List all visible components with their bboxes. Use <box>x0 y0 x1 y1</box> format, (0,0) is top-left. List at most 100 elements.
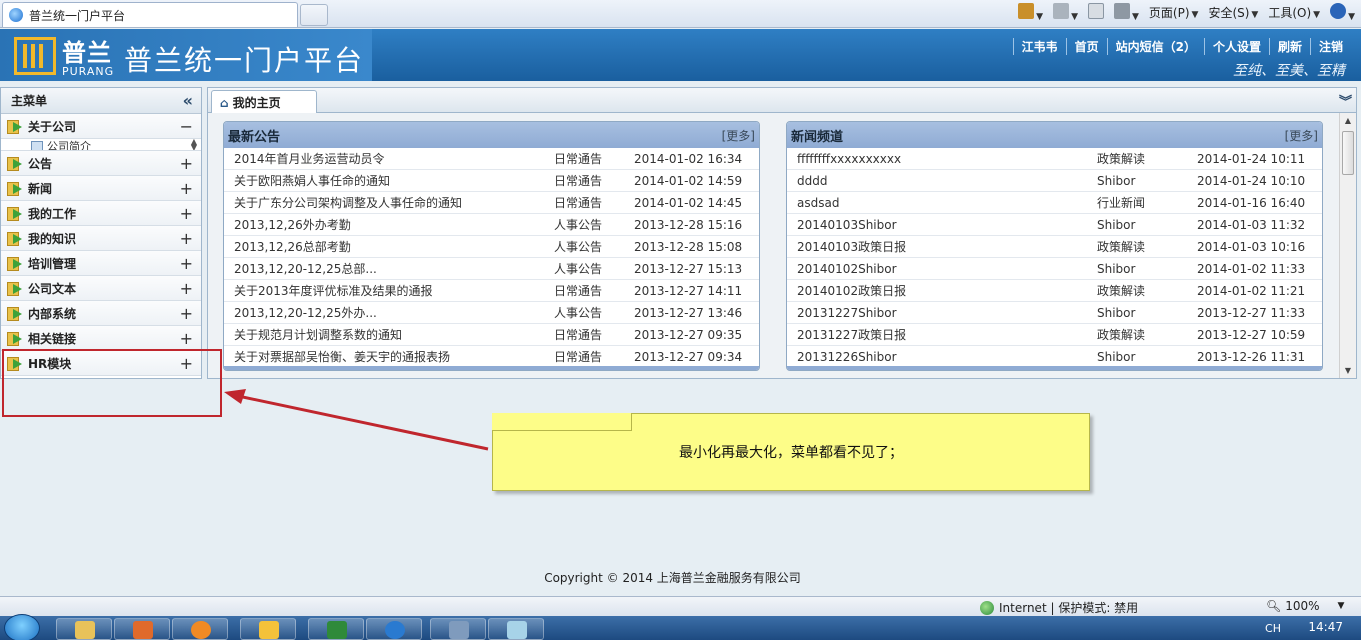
list-item[interactable]: 20131227Shibor Shibor 2013-12-27 11:33 <box>787 302 1322 324</box>
sidebar-item-documents[interactable]: 公司文本 + <box>1 276 201 301</box>
browser-tab[interactable]: 普兰统一门户平台 <box>2 2 298 27</box>
row-title: dddd <box>797 173 828 188</box>
logo-subtext: PURANG <box>62 65 115 78</box>
new-tab-button[interactable] <box>300 4 328 26</box>
security-zone[interactable]: Internet | 保护模式: 禁用 <box>980 599 1138 616</box>
expand-down-icon[interactable]: ︾ <box>1339 91 1352 110</box>
list-item[interactable]: 2013,12,20-12,25总部... 人事公告 2013-12-27 15:1… <box>224 258 759 280</box>
row-type: 日常通告 <box>554 152 603 166</box>
list-item[interactable]: 关于2013年度评优标准及结果的通报 日常通告 2013-12-27 14:11 <box>224 280 759 302</box>
zoom-level: 100% <box>1285 599 1320 613</box>
list-item[interactable]: 20140103政策日报 政策解读 2014-01-03 10:16 <box>787 236 1322 258</box>
row-time: 2013-12-27 10:59 <box>1197 327 1306 342</box>
list-item[interactable]: 关于规范月计划调整系数的通知 日常通告 2013-12-27 09:35 <box>224 324 759 346</box>
list-item[interactable]: 关于欧阳燕娟人事任命的通知 日常通告 2014-01-02 14:59 <box>224 170 759 192</box>
refresh-link[interactable]: 刷新 <box>1268 38 1310 55</box>
row-time: 2013-12-27 14:11 <box>634 283 743 298</box>
expand-icon[interactable]: + <box>180 279 193 298</box>
list-item[interactable]: 20140102政策日报 政策解读 2014-01-02 11:21 <box>787 280 1322 302</box>
row-title: 2013,12,26总部考勤 <box>234 240 351 254</box>
list-item[interactable]: 20131226Shibor Shibor 2013-12-26 11:31 <box>787 346 1322 368</box>
list-item[interactable]: 2014年首月业务运营动员令 日常通告 2014-01-02 16:34 <box>224 148 759 170</box>
sidebar-item-about[interactable]: 关于公司 − <box>1 114 201 139</box>
list-item[interactable]: 20140103Shibor Shibor 2014-01-03 11:32 <box>787 214 1322 236</box>
input-language[interactable]: CH <box>1265 622 1281 635</box>
list-item[interactable]: 关于对票据部吴怡衡、姜天宇的通报表扬 日常通告 2013-12-27 09:34 <box>224 346 759 368</box>
sidebar-item-my-knowledge[interactable]: 我的知识 + <box>1 226 201 251</box>
logout-link[interactable]: 注销 <box>1309 38 1351 55</box>
taskbar-explorer[interactable] <box>56 618 112 640</box>
list-item[interactable]: 2013,12,20-12,25外办... 人事公告 2013-12-27 13:4… <box>224 302 759 324</box>
safety-menu[interactable]: 安全(S) ▼ <box>1208 4 1258 21</box>
list-item[interactable]: 2013,12,26总部考勤 人事公告 2013-12-28 15:08 <box>224 236 759 258</box>
collapse-icon[interactable]: − <box>180 117 193 136</box>
submenu-item[interactable]: 公司简介 <box>31 139 91 150</box>
settings-link[interactable]: 个人设置 <box>1203 38 1269 55</box>
expand-icon[interactable]: + <box>180 154 193 173</box>
print-button[interactable]: ▼ <box>1113 3 1139 22</box>
taskbar-media[interactable] <box>114 618 170 640</box>
sidebar-item-my-work[interactable]: 我的工作 + <box>1 201 201 226</box>
list-item[interactable]: 关于广东分公司架构调整及人事任命的通知 日常通告 2014-01-02 14:45 <box>224 192 759 214</box>
more-link[interactable]: [更多] <box>1285 127 1318 144</box>
home-button[interactable]: ▼ <box>1018 3 1043 22</box>
list-item[interactable]: ffffffffxxxxxxxxxx 政策解读 2014-01-24 10:11 <box>787 148 1322 170</box>
zoom-control[interactable]: 🔍︎ 100% ▼ <box>1266 599 1344 613</box>
collapse-sidebar-icon[interactable]: « <box>183 91 193 110</box>
expand-icon[interactable]: + <box>180 229 193 248</box>
taskbar-excel[interactable] <box>308 618 364 640</box>
expand-icon[interactable]: + <box>180 204 193 223</box>
row-time: 2013-12-28 15:16 <box>634 217 743 232</box>
sidebar-item-news[interactable]: 新闻 + <box>1 176 201 201</box>
expand-icon[interactable]: + <box>180 179 193 198</box>
expand-icon[interactable]: + <box>180 304 193 323</box>
sidebar: 主菜单 « 关于公司 − 公司简介 ▲ ▼ 公告 + 新闻 + 我的工作 + 我的… <box>0 87 202 379</box>
sidebar-item-label: 培训管理 <box>28 256 77 271</box>
start-button[interactable] <box>4 614 40 640</box>
clock[interactable]: 14:47 <box>1308 620 1343 634</box>
scroll-down-icon[interactable]: ▼ <box>1340 363 1356 378</box>
sidebar-item-training[interactable]: 培训管理 + <box>1 251 201 276</box>
list-item[interactable]: 2013,12,26外办考勤 人事公告 2013-12-28 15:16 <box>224 214 759 236</box>
page-menu[interactable]: 页面(P) ▼ <box>1149 4 1199 21</box>
taskbar-firefox[interactable] <box>172 618 228 640</box>
sidebar-item-internal-systems[interactable]: 内部系统 + <box>1 301 201 326</box>
row-title: 2013,12,20-12,25总部... <box>234 262 377 276</box>
help-button[interactable]: ▼ <box>1330 3 1355 22</box>
feeds-button[interactable]: ▼ <box>1053 3 1078 22</box>
messages-link[interactable]: 站内短信（2） <box>1106 38 1204 55</box>
taskbar-tool[interactable] <box>488 618 544 640</box>
home-link[interactable]: 首页 <box>1065 38 1107 55</box>
home-icon <box>1018 3 1035 19</box>
tab-home[interactable]: ⌂ 我的主页 <box>211 90 317 114</box>
list-item[interactable]: 20140102Shibor Shibor 2014-01-02 11:33 <box>787 258 1322 280</box>
mail-button[interactable] <box>1087 3 1104 22</box>
sidebar-item-notice[interactable]: 公告 + <box>1 151 201 176</box>
expand-icon[interactable]: + <box>180 254 193 273</box>
taskbar-chat[interactable] <box>240 618 296 640</box>
taskbar-app[interactable] <box>430 618 486 640</box>
list-item[interactable]: 20131227政策日报 政策解读 2013-12-27 10:59 <box>787 324 1322 346</box>
browser-tab-title: 普兰统一门户平台 <box>29 8 126 23</box>
submenu-scrollbar[interactable]: ▲ ▼ <box>189 139 199 150</box>
list-item[interactable]: dddd Shibor 2014-01-24 10:10 <box>787 170 1322 192</box>
expand-icon[interactable]: + <box>180 329 193 348</box>
sidebar-item-links[interactable]: 相关链接 + <box>1 326 201 351</box>
folder-arrow-icon <box>7 156 23 171</box>
row-title: 2014年首月业务运营动员令 <box>234 152 385 166</box>
ie-icon <box>385 621 405 639</box>
row-time: 2013-12-28 15:08 <box>634 239 743 254</box>
row-title: asdsad <box>797 195 840 210</box>
more-link[interactable]: [更多] <box>722 127 755 144</box>
scroll-up-icon[interactable]: ▲ <box>1340 113 1356 129</box>
row-time: 2013-12-26 11:31 <box>1197 349 1306 364</box>
sidebar-header: 主菜单 « <box>1 88 201 114</box>
submenu: 公司简介 ▲ ▼ <box>1 139 201 151</box>
user-name-link[interactable]: 江韦韦 <box>1012 38 1066 55</box>
tools-menu[interactable]: 工具(O) ▼ <box>1268 4 1320 21</box>
list-item[interactable]: asdsad 行业新闻 2014-01-16 16:40 <box>787 192 1322 214</box>
scroll-thumb[interactable] <box>1342 131 1354 175</box>
content-scrollbar[interactable]: ▲ ▼ <box>1339 113 1356 378</box>
taskbar-ie[interactable] <box>366 618 422 640</box>
row-time: 2013-12-27 13:46 <box>634 305 743 320</box>
